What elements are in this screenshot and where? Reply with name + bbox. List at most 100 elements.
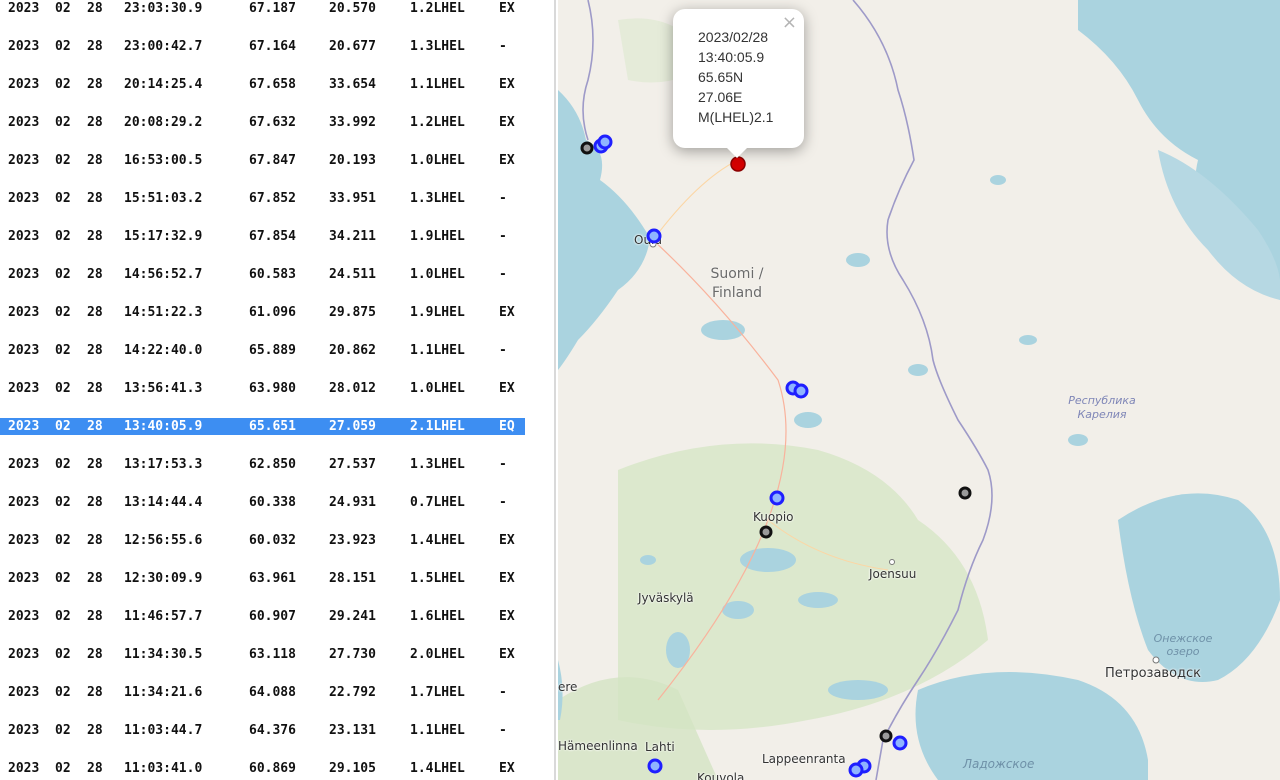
event-mag: 1.7LHEL: [410, 685, 465, 700]
event-row[interactable]: 2023 02 28 23:00:42.7 67.164 20.677 1.3LHEL -: [0, 38, 525, 55]
event-row[interactable]: 2023 02 28 11:03:41.0 60.869 29.105 1.4LHEL EX: [0, 760, 525, 777]
event-marker[interactable]: [879, 729, 893, 743]
event-lon: 23.131: [329, 723, 376, 738]
explosion-event-marker[interactable]: [793, 383, 809, 399]
event-row[interactable]: 2023 02 28 11:46:57.7 60.907 29.241 1.6LHEL EX: [0, 608, 525, 625]
explosion-event-marker[interactable]: [646, 228, 662, 244]
event-row[interactable]: 2023 02 28 13:17:53.3 62.850 27.537 1.3LHEL -: [0, 456, 525, 473]
explosion-event-marker[interactable]: [892, 735, 908, 751]
event-mag: 1.0LHEL: [410, 381, 465, 396]
event-lat: 60.032: [249, 533, 296, 548]
event-row[interactable]: 2023 02 28 16:53:00.5 67.847 20.193 1.0LHEL EX: [0, 152, 525, 169]
event-mag: 2.0LHEL: [410, 647, 465, 662]
explosion-event-marker[interactable]: [848, 762, 864, 778]
selected-event-marker[interactable]: [730, 156, 746, 172]
event-month: 02: [55, 1, 71, 16]
event-month: 02: [55, 419, 71, 434]
event-row[interactable]: 2023 02 28 14:51:22.3 61.096 29.875 1.9LHEL EX: [0, 304, 525, 321]
event-month: 02: [55, 647, 71, 662]
event-mag: 1.5LHEL: [410, 571, 465, 586]
map-view[interactable]: Suomi / Finland Республика Карелия Онежс…: [558, 0, 1280, 780]
event-time: 13:14:44.4: [124, 495, 203, 510]
event-mag: 1.1LHEL: [410, 343, 465, 358]
event-lon: 33.951: [329, 191, 376, 206]
event-lon: 27.059: [329, 419, 376, 434]
event-mag: 1.9LHEL: [410, 229, 465, 244]
event-lon: 29.875: [329, 305, 376, 320]
event-year: 2023: [8, 381, 40, 396]
event-lat: 67.854: [249, 229, 296, 244]
event-month: 02: [55, 343, 71, 358]
event-row[interactable]: 2023 02 28 11:03:44.7 64.376 23.131 1.1LHEL -: [0, 722, 525, 739]
event-time: 11:03:41.0: [124, 761, 203, 776]
event-month: 02: [55, 609, 71, 624]
event-time: 13:40:05.9: [124, 419, 203, 434]
event-lat: 60.338: [249, 495, 296, 510]
event-lon: 29.241: [329, 609, 376, 624]
event-marker[interactable]: [580, 141, 594, 155]
event-row[interactable]: 2023 02 28 20:08:29.2 67.632 33.992 1.2LHEL EX: [0, 114, 525, 131]
popup-close-icon[interactable]: ×: [782, 12, 797, 33]
event-day: 28: [87, 381, 103, 396]
event-time: 12:30:09.9: [124, 571, 203, 586]
event-year: 2023: [8, 267, 40, 282]
event-row[interactable]: 2023 02 28 13:14:44.4 60.338 24.931 0.7LHEL -: [0, 494, 525, 511]
event-lon: 27.537: [329, 457, 376, 472]
event-type: -: [499, 495, 507, 510]
event-mag: 1.4LHEL: [410, 533, 465, 548]
event-day: 28: [87, 647, 103, 662]
event-row-selected[interactable]: 2023 02 28 13:40:05.9 65.651 27.059 2.1LHEL EQ: [0, 418, 525, 435]
event-row[interactable]: 2023 02 28 11:34:30.5 63.118 27.730 2.0LHEL EX: [0, 646, 525, 663]
event-row[interactable]: 2023 02 28 23:03:30.9 67.187 20.570 1.2LHEL EX: [0, 0, 525, 17]
event-row[interactable]: 2023 02 28 12:30:09.9 63.961 28.151 1.5LHEL EX: [0, 570, 525, 587]
event-row[interactable]: 2023 02 28 11:34:21.6 64.088 22.792 1.7LHEL -: [0, 684, 525, 701]
event-day: 28: [87, 305, 103, 320]
event-lat: 60.907: [249, 609, 296, 624]
event-month: 02: [55, 685, 71, 700]
event-mag: 1.3LHEL: [410, 39, 465, 54]
event-row[interactable]: 2023 02 28 12:56:55.6 60.032 23.923 1.4LHEL EX: [0, 532, 525, 549]
event-day: 28: [87, 229, 103, 244]
event-lon: 20.570: [329, 1, 376, 16]
event-lon: 28.012: [329, 381, 376, 396]
event-year: 2023: [8, 77, 40, 92]
explosion-event-marker[interactable]: [769, 490, 785, 506]
event-time: 23:00:42.7: [124, 39, 203, 54]
event-year: 2023: [8, 343, 40, 358]
event-row[interactable]: 2023 02 28 20:14:25.4 67.658 33.654 1.1LHEL EX: [0, 76, 525, 93]
event-month: 02: [55, 191, 71, 206]
event-row[interactable]: 2023 02 28 15:51:03.2 67.852 33.951 1.3LHEL -: [0, 190, 525, 207]
event-lon: 27.730: [329, 647, 376, 662]
event-time: 20:08:29.2: [124, 115, 203, 130]
event-time: 13:17:53.3: [124, 457, 203, 472]
explosion-event-marker[interactable]: [647, 758, 663, 774]
explosion-event-marker[interactable]: [597, 134, 613, 150]
popup-magnitude: M(LHEL)2.1: [698, 109, 774, 125]
event-lat: 62.850: [249, 457, 296, 472]
event-row[interactable]: 2023 02 28 15:17:32.9 67.854 34.211 1.9LHEL -: [0, 228, 525, 245]
event-lat: 65.889: [249, 343, 296, 358]
event-year: 2023: [8, 533, 40, 548]
event-time: 14:22:40.0: [124, 343, 203, 358]
event-type: EX: [499, 571, 515, 586]
event-lon: 20.862: [329, 343, 376, 358]
popup-lon: 27.06E: [698, 89, 743, 105]
event-type: -: [499, 191, 507, 206]
event-day: 28: [87, 115, 103, 130]
event-month: 02: [55, 39, 71, 54]
event-type: -: [499, 39, 507, 54]
event-day: 28: [87, 77, 103, 92]
event-marker[interactable]: [958, 486, 972, 500]
event-row[interactable]: 2023 02 28 13:56:41.3 63.980 28.012 1.0LHEL EX: [0, 380, 525, 397]
event-year: 2023: [8, 115, 40, 130]
event-year: 2023: [8, 571, 40, 586]
event-lat: 67.632: [249, 115, 296, 130]
event-row[interactable]: 2023 02 28 14:22:40.0 65.889 20.862 1.1LHEL -: [0, 342, 525, 359]
event-marker[interactable]: [759, 525, 773, 539]
event-year: 2023: [8, 419, 40, 434]
event-mag: 1.0LHEL: [410, 267, 465, 282]
event-row[interactable]: 2023 02 28 14:56:52.7 60.583 24.511 1.0LHEL -: [0, 266, 525, 283]
event-mag: 1.9LHEL: [410, 305, 465, 320]
event-lat: 65.651: [249, 419, 296, 434]
event-mag: 1.1LHEL: [410, 723, 465, 738]
